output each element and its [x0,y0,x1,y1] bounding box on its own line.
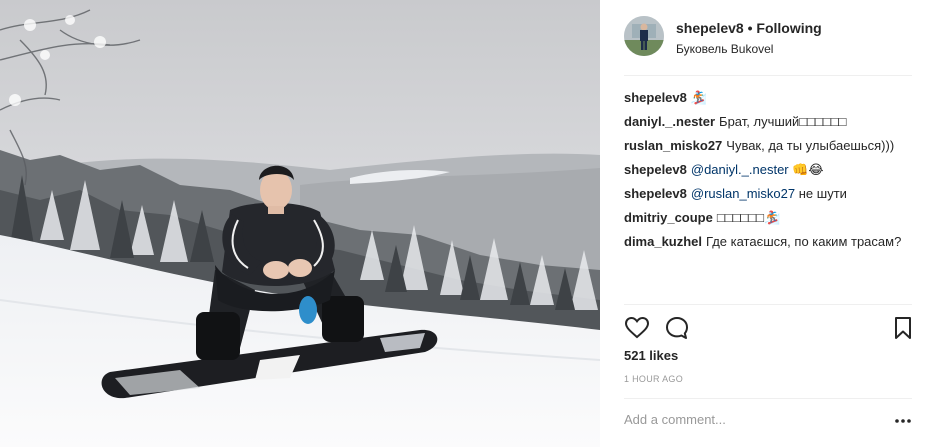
bookmark-icon[interactable] [890,315,916,341]
comment-item: dmitriy_coupe □□□□□□🏂 [624,209,912,227]
comment-item: ruslan_misko27 Чувак, да ты улыбаешься))) [624,137,912,155]
following-button[interactable]: Following [756,20,821,36]
comment-mention[interactable]: @ruslan_misko27 [691,186,795,201]
add-comment-input[interactable]: Add a comment... [624,412,884,427]
comment-username[interactable]: dima_kuzhel [624,234,702,249]
timestamp[interactable]: 1 HOUR AGO [624,374,683,384]
comment-username[interactable]: shepelev8 [624,162,687,177]
comment-username[interactable]: daniyl._.nester [624,114,715,129]
comment-text: Брат, лучший□□□□□□ [719,114,847,129]
header-text: shepelev8 • Following Буковель Bukovel [676,20,822,56]
divider [624,304,912,305]
comment-item: shepelev8 @daniyl._.nester 👊😂 [624,161,912,179]
action-bar [624,315,912,341]
post-panel: shepelev8 • Following Буковель Bukovel s… [600,0,929,447]
comment-text: 🏂 [690,90,708,105]
comment-item: dima_kuzhel Где катаєшся, по каким трасам… [624,233,912,251]
comment-text: Где катаєшся, по каким трасам? [706,234,902,249]
comment-item: daniyl._.nester Брат, лучший□□□□□□ [624,113,912,131]
avatar[interactable] [624,16,664,56]
comment-text: □□□□□□🏂 [716,210,781,225]
post-header: shepelev8 • Following Буковель Bukovel [624,16,912,58]
comment-username[interactable]: shepelev8 [624,186,687,201]
likes-count[interactable]: 521 likes [624,348,678,363]
comment-username[interactable]: dmitriy_coupe [624,210,713,225]
comment-item: shepelev8 @ruslan_misko27 не шути [624,185,912,203]
comment-item: shepelev8 🏂 [624,89,912,107]
comment-username[interactable]: shepelev8 [624,90,687,105]
heart-icon[interactable] [624,315,650,341]
more-options-icon[interactable] [892,412,914,430]
header-separator: • [747,20,753,36]
divider [624,398,912,399]
comment-icon[interactable] [664,315,690,341]
divider [624,75,912,76]
comment-list: shepelev8 🏂 daniyl._.nester Брат, лучший□□… [624,89,912,257]
comment-mention[interactable]: @daniyl._.nester [691,162,789,177]
post-username[interactable]: shepelev8 [676,20,744,36]
comment-text: 👊😂 [792,162,824,177]
comment-text: не шути [798,186,847,201]
post-photo[interactable] [0,0,600,447]
comment-text: Чувак, да ты улыбаешься))) [726,138,895,153]
profile-photo [624,16,664,56]
location-link[interactable]: Буковель Bukovel [676,42,822,56]
snowboarder-photo [0,0,600,447]
comment-username[interactable]: ruslan_misko27 [624,138,722,153]
